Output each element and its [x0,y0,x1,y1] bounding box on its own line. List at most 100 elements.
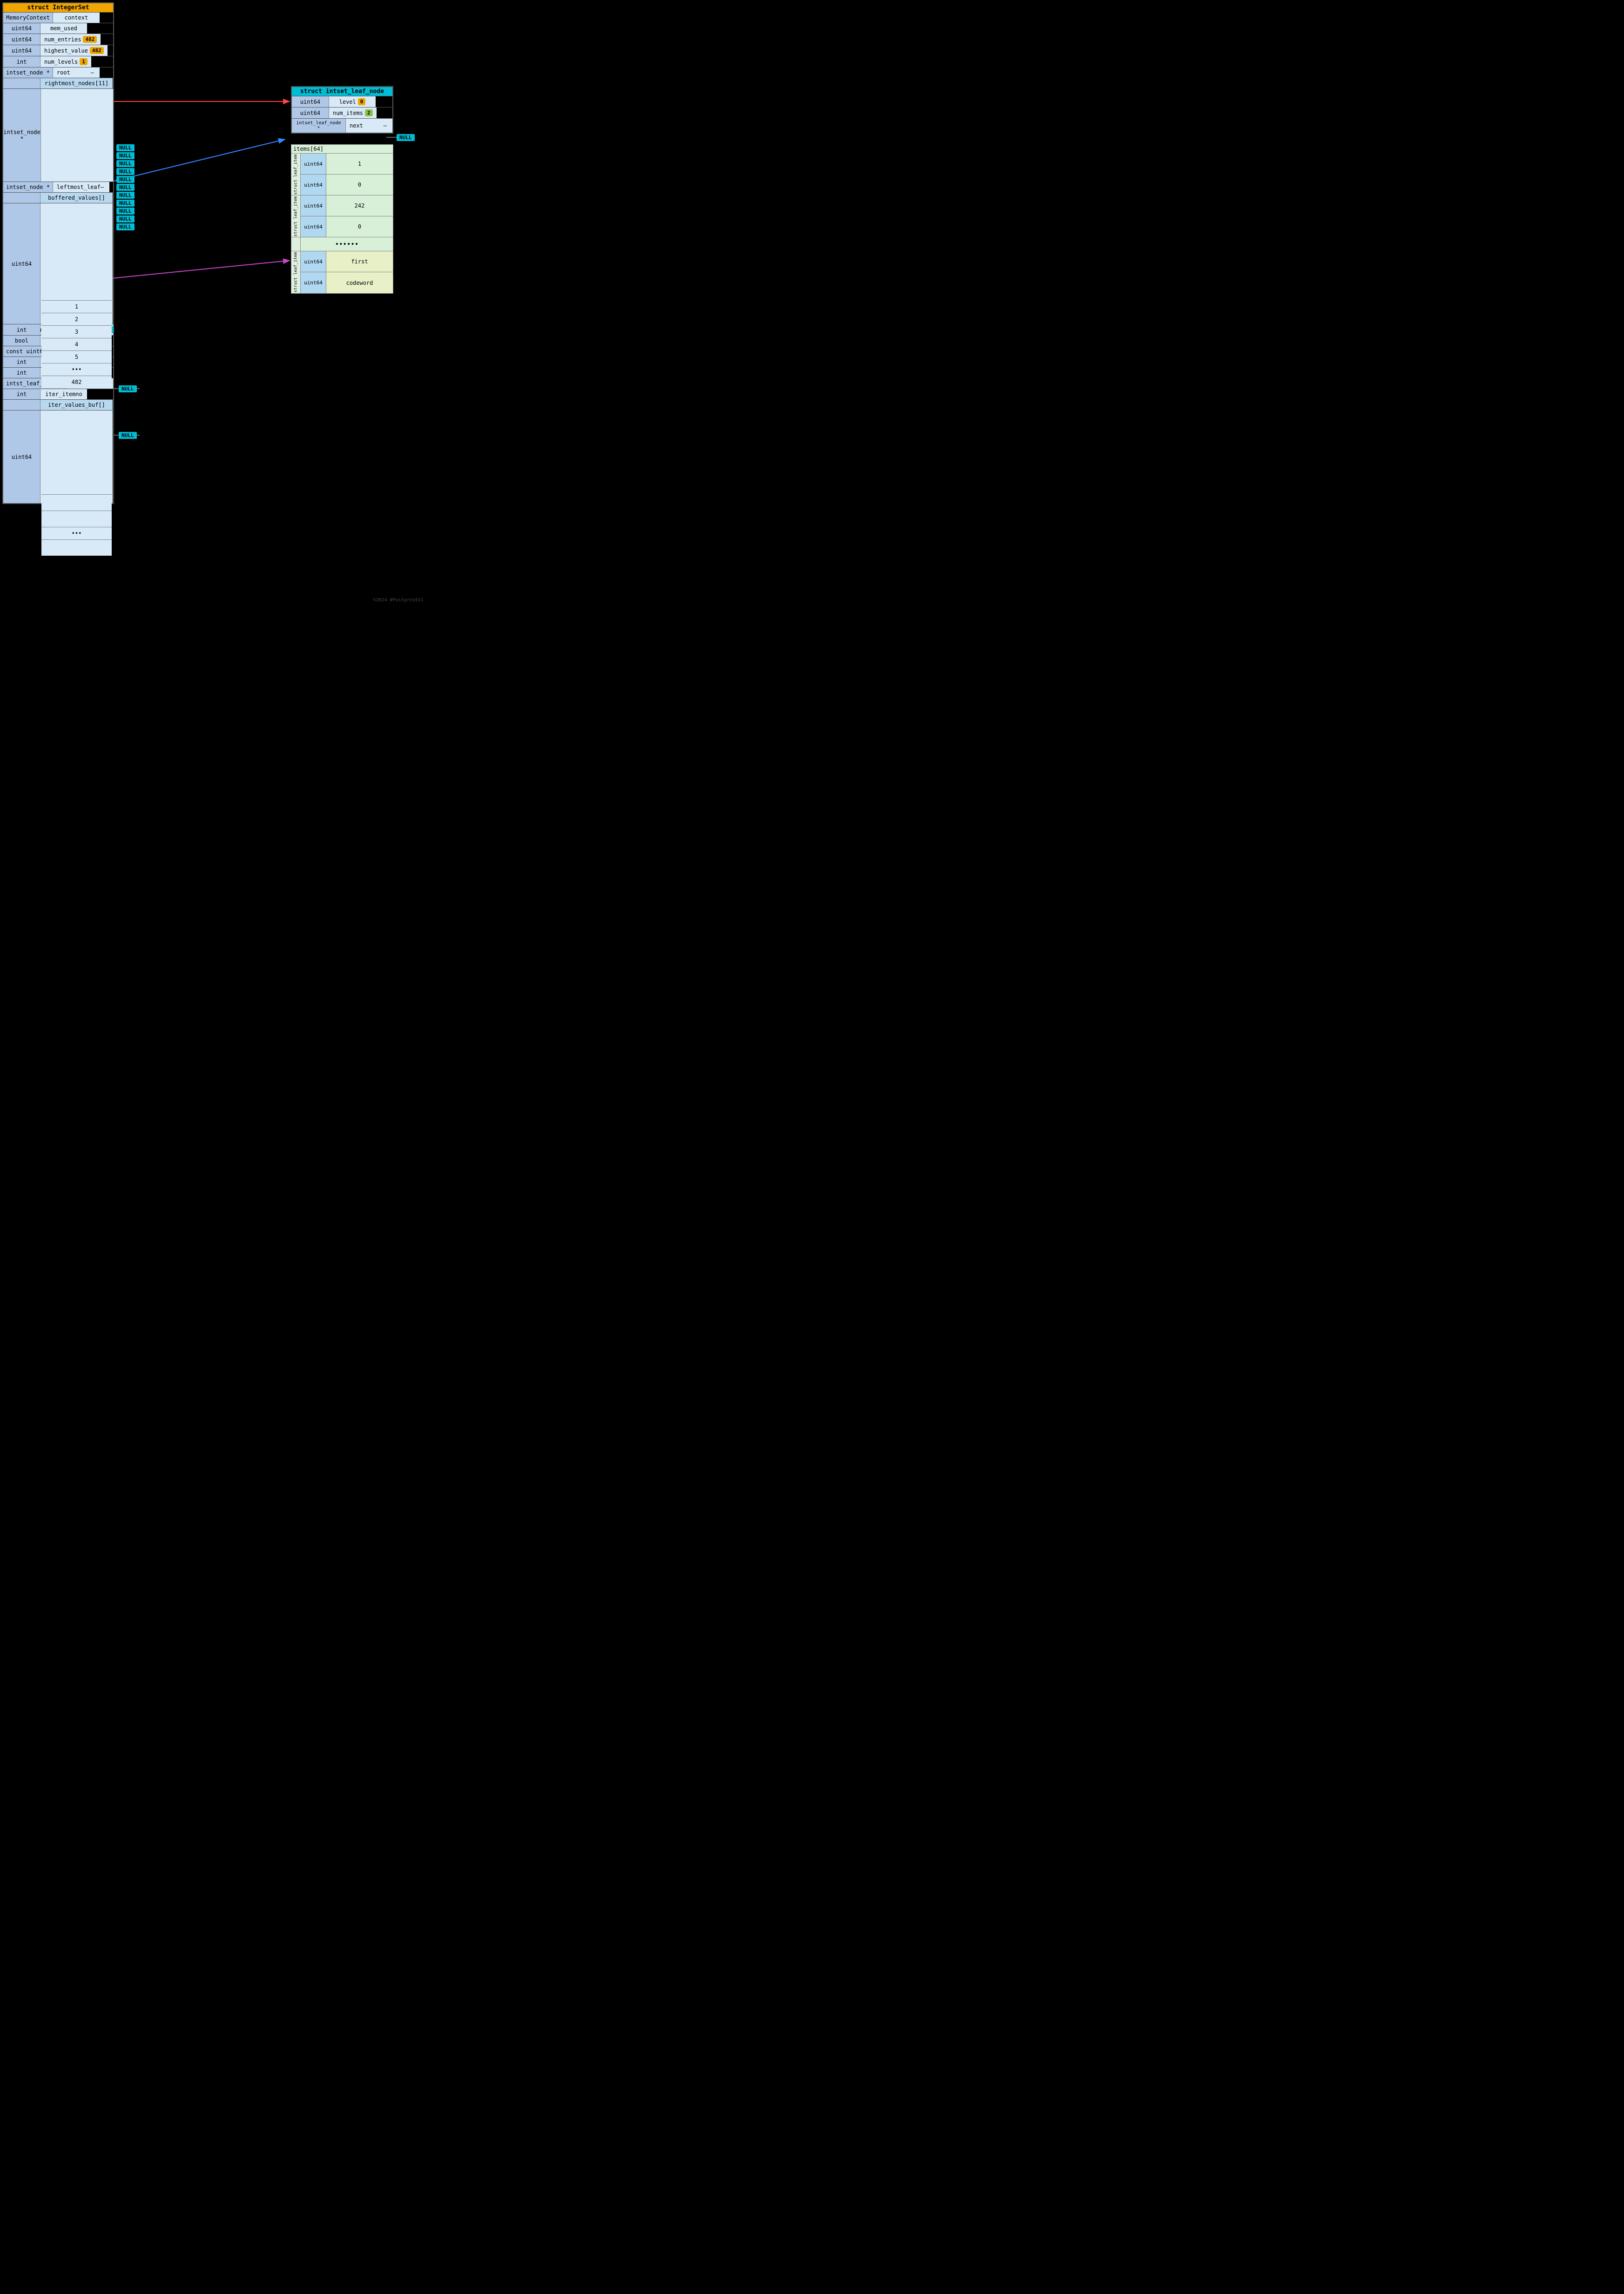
item-type-uint64-lb: uint64 [301,272,326,293]
null-iter-node: NULL [119,432,137,439]
type-intset-node: intset_node * [3,89,41,182]
row-num-entries: uint64 num_entries 482 [3,34,113,45]
null-rightmost-0: NULL [116,144,135,151]
null-rightmost-9: NULL [116,215,135,222]
item-row-last-first: uint64 first [301,251,393,272]
buf-val-2: 2 [41,313,112,325]
type-empty-buf [3,193,40,203]
leaf-node-title: struct intset_leaf_node [292,87,392,96]
type-int-iternv: int [3,357,40,367]
null-leaf-next: NULL [397,134,415,141]
field-buffered-values-label: buffered_values[] [40,193,113,203]
field-root: root — [53,67,100,78]
item-val-2b: 0 [326,216,393,237]
item-val-la: first [326,251,393,272]
buffered-values-array: 1 2 3 4 5 ••• 482 [41,300,112,388]
buf-val-3: 3 [41,325,112,338]
row-highest-value: uint64 highest_value 482 [3,45,113,56]
item-type-uint64-la: uint64 [301,251,326,272]
row-leftmost-leaf: intset_node * leftmost_leaf — [3,182,113,192]
item-type-uint64-2b: uint64 [301,216,326,237]
item-row-2-first: uint64 242 [301,195,393,216]
item-row-last-second: uint64 codeword [301,272,393,293]
items-data-cols: uint64 1 uint64 0 uint64 242 uint64 0 ••… [301,154,393,293]
badge-level: 0 [358,98,366,105]
row-iter-values-buf-header: iter_values_buf[] [3,399,113,410]
field-rightmost-array [41,89,113,182]
buf-val-ellipsis: ••• [41,363,112,376]
leaf-field-num-items: num_items 2 [329,108,377,118]
items-content: struct leaf_item struct leaf_item struct… [291,154,393,293]
badge-highest-value: 482 [90,47,104,54]
leaf-item-labels: struct leaf_item struct leaf_item struct… [291,154,301,293]
field-context: context [53,13,100,23]
null-rightmost-5: NULL [116,184,135,191]
leaf-row-next: intset_leaf_node * next — [292,118,392,133]
leaf-item-rotated-1: struct leaf_item [294,154,298,195]
null-rightmost-2: NULL [116,160,135,167]
row-iter-values-buf-type: uint64 [3,410,113,503]
null-rightmost-4: NULL [116,176,135,183]
field-num-levels: num_levels 1 [40,56,91,67]
type-int-iterino: int [3,389,40,399]
buf-val-5: 5 [41,350,112,363]
iter-values-buf-array: ••• [41,494,112,556]
type-uint64-mem: uint64 [3,23,40,34]
null-rightmost-6: NULL [116,192,135,199]
type-bool: bool [3,336,40,346]
items-ellipsis: •••••• [301,237,393,251]
items-array-title: items[64] [291,145,393,154]
leaf-next-null-label: NULL [397,134,415,141]
type-int-nbuf: int [3,324,40,335]
field-rightmost-nodes: rightmost_nodes[11] [40,78,113,88]
type-uint64-entries: uint64 [3,34,40,45]
null-rightmost-8: NULL [116,208,135,215]
field-mem-used: mem_used [40,23,87,34]
null-rightmost-1: NULL [116,152,135,159]
type-int-itervno: int [3,368,40,378]
row-buffered-vals-header: buffered_values[] [3,192,113,203]
badge-num-levels: 1 [80,58,88,65]
row-mem-used: uint64 mem_used [3,23,113,34]
badge-num-entries: 482 [83,36,97,43]
item-val-2a: 242 [326,195,393,216]
field-iter-itemno: iter_itemno [40,389,87,399]
buf-val-1: 1 [41,300,112,313]
badge-num-items: 2 [365,109,373,116]
iter-buf-row-1 [41,494,112,511]
type-empty-iterbuf [3,400,40,410]
type-uint64-iterbuf: uint64 [3,410,40,503]
item-row-1-second: uint64 0 [301,175,393,195]
iter-values-null-label: NULL [119,385,137,392]
item-val-1a: 1 [326,154,393,174]
type-empty-rightmost [3,78,40,88]
rightmost-nulls-container: NULL NULL NULL NULL NULL NULL NULL NULL … [116,144,135,231]
item-type-uint64-1a: uint64 [301,154,326,174]
item-type-uint64-1b: uint64 [301,175,326,195]
leaf-field-next: next — [346,119,392,133]
iter-buf-row-4 [41,539,112,556]
row-context: MemoryContext context [3,12,113,23]
integer-set-struct: struct IntegerSet MemoryContext context … [2,2,114,504]
item-val-lb: codeword [326,272,393,293]
field-leftmost-leaf: leftmost_leaf — [53,182,109,192]
row-num-levels: int num_levels 1 [3,56,113,67]
leaf-item-label-2: struct leaf_item [291,195,300,237]
leaf-field-level: level 0 [329,96,376,107]
item-row-1-first: uint64 1 [301,154,393,175]
field-num-entries: num_entries 482 [40,34,101,45]
iter-buf-ellipsis: ••• [41,527,112,539]
leaf-type-intset-leaf-node: intset_leaf_node * [292,119,346,133]
leaf-item-label-ellipsis [291,237,300,251]
integer-set-title: struct IntegerSet [3,3,113,12]
leaf-row-level: uint64 level 0 [292,96,392,107]
row-rightmost-nodes: rightmost_nodes[11] [3,78,113,88]
leaf-type-uint64-level: uint64 [292,96,329,107]
type-uint64-buf: uint64 [3,203,40,324]
iter-buf-row-2 [41,511,112,527]
type-int-levels: int [3,56,40,67]
iter-node-null-label: NULL [119,432,137,439]
row-intset-node-type: intset_node * [3,88,113,182]
leaf-type-uint64-items: uint64 [292,108,329,118]
null-rightmost-10: NULL [116,223,135,230]
